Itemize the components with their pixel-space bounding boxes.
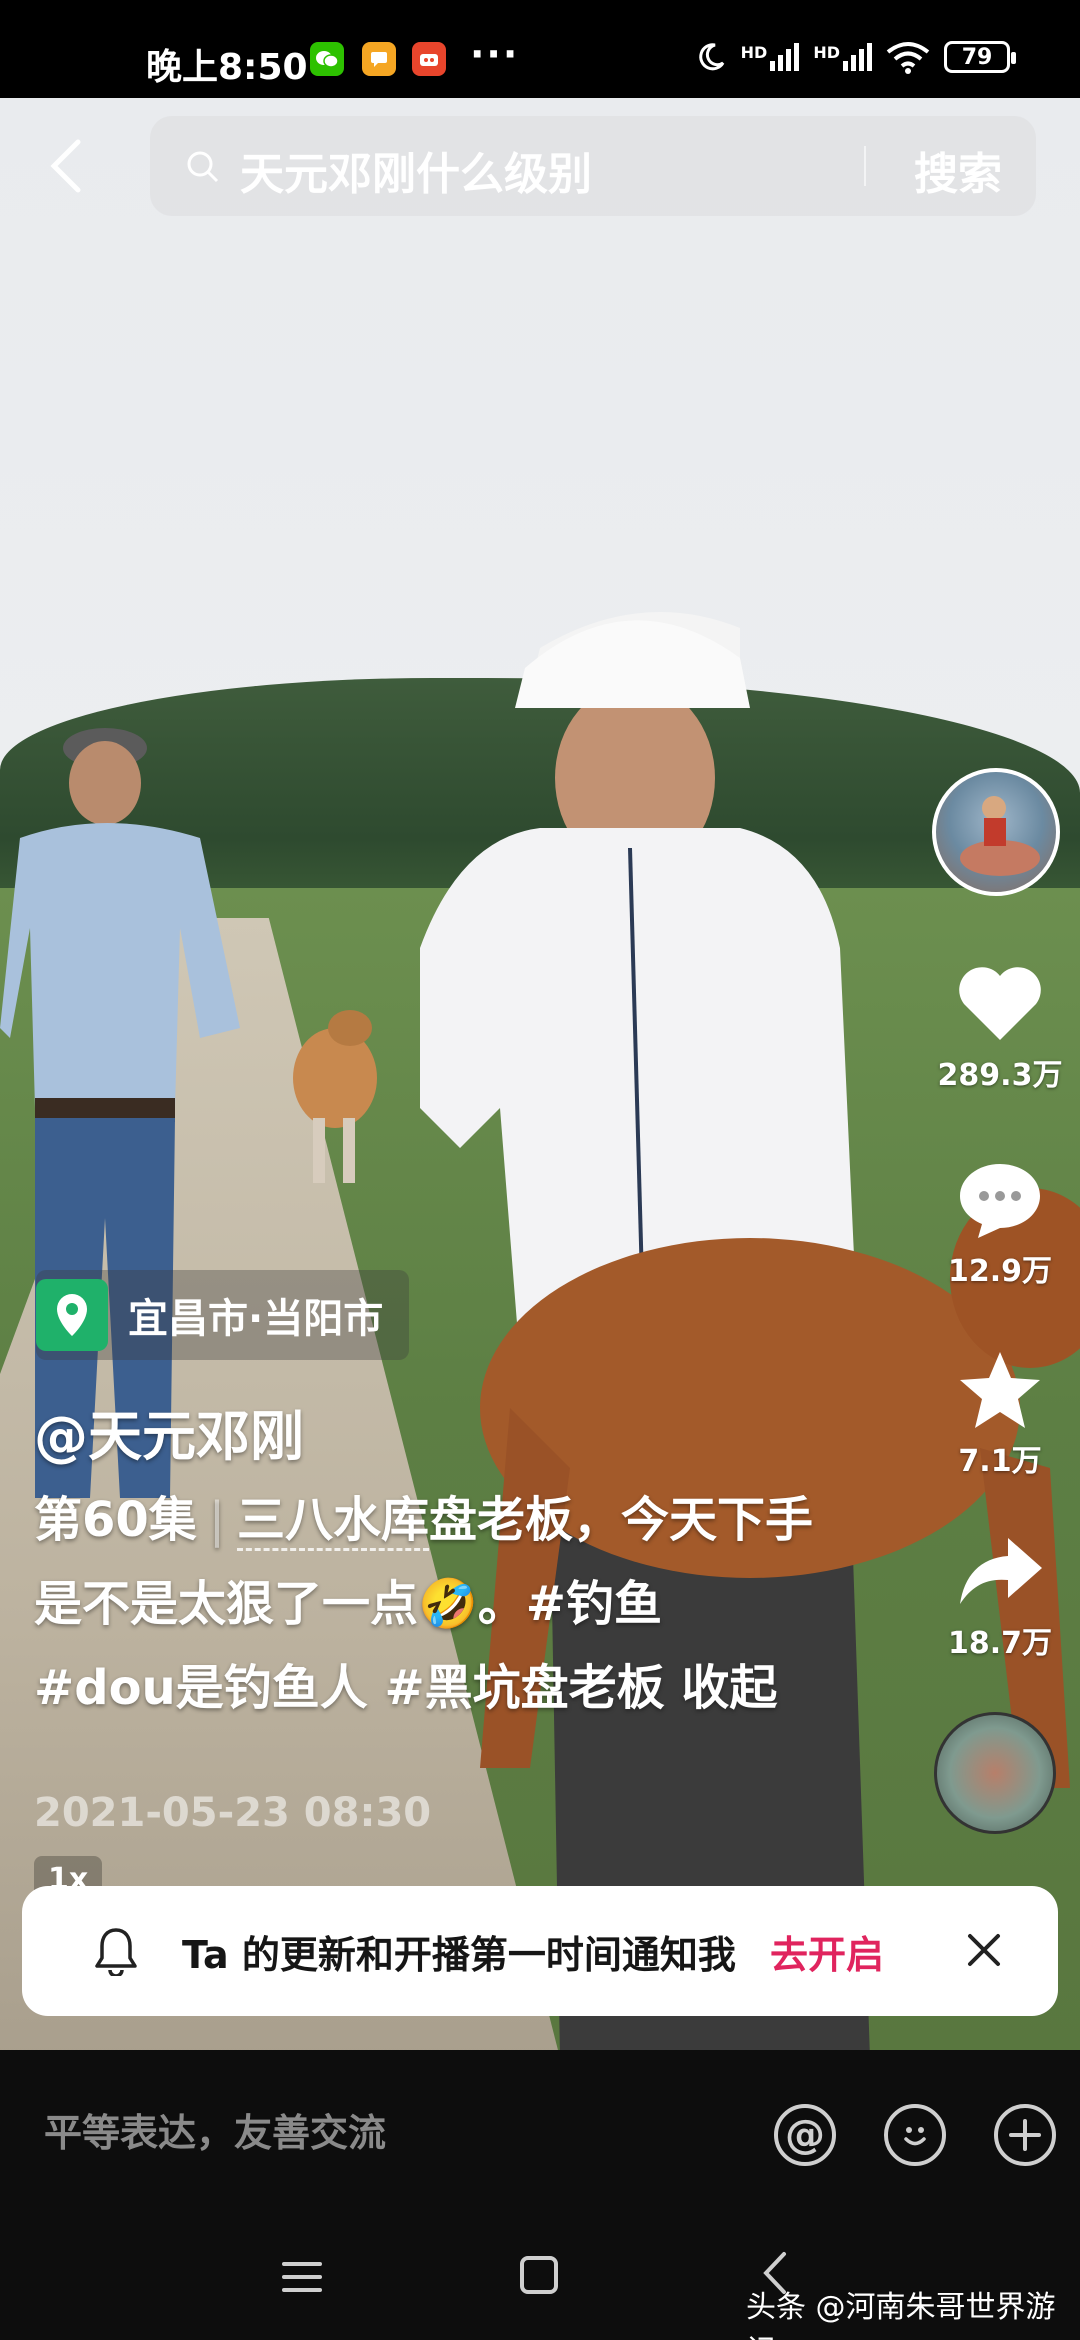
author-name[interactable]: @天元邓刚 [34, 1392, 304, 1471]
status-bar: 晚上8:50 ··· HD HD 79 [0, 0, 1080, 98]
chevron-left-icon [50, 139, 81, 193]
video-caption: 第60集 | 三八水库盘老板，今天下手是不是太狠了一点🤣。#钓鱼 #dou是钓鱼人 … [34, 1478, 814, 1730]
add-button[interactable] [994, 2104, 1056, 2166]
mention-button[interactable]: @ [774, 2104, 836, 2166]
back-button[interactable] [48, 138, 98, 198]
video-dog [293, 1010, 377, 1183]
notification-text: Ta 的更新和开播第一时间通知我 [182, 1933, 736, 1977]
location-text: 宜昌市·当阳市 [128, 1296, 384, 1342]
plus-icon [1009, 2119, 1041, 2151]
signal-2-label: HD [813, 43, 840, 62]
enable-notification-button[interactable]: 去开启 [770, 1924, 884, 1979]
dnd-moon-icon [698, 43, 724, 71]
search-divider [864, 146, 866, 186]
comment-button[interactable]: 12.9万 [920, 1160, 1080, 1290]
video-person-left [0, 728, 240, 1498]
collapse-button[interactable]: 收起 [681, 1660, 777, 1716]
search-query: 天元邓刚什么级别 [240, 149, 592, 200]
watermark: 头条 @河南朱哥世界游记 [746, 2290, 1056, 2340]
caption-separator: | [208, 1492, 225, 1548]
battery-level: 79 [961, 44, 993, 70]
wifi-icon [886, 42, 930, 74]
menu-icon[interactable] [282, 2260, 322, 2294]
favorite-count: 7.1万 [958, 1444, 1042, 1479]
home-button[interactable] [520, 2256, 558, 2294]
share-arrow-icon [960, 1538, 1042, 1604]
laugh-emoji: 🤣 [418, 1576, 478, 1632]
comment-icon [960, 1164, 1040, 1238]
star-icon [960, 1352, 1040, 1428]
favorite-button[interactable]: 7.1万 [920, 1350, 1080, 1480]
status-time: 晚上8:50 [146, 47, 308, 88]
video-player[interactable] [0, 98, 1080, 2050]
episode-label: 第60集 [34, 1492, 197, 1548]
status-right: HD HD 79 [695, 40, 1016, 74]
notification-card: Ta 的更新和开播第一时间通知我 去开启 [22, 1886, 1058, 2016]
comment-count: 12.9万 [947, 1254, 1053, 1289]
signal-1-label: HD [740, 43, 768, 62]
bell-icon [95, 1928, 137, 1976]
system-nav-bar: 头条 @河南朱哥世界游记 [0, 2190, 1080, 2340]
heart-icon [959, 967, 1041, 1040]
search-icon [187, 151, 219, 183]
share-button[interactable]: 18.7万 [920, 1532, 1080, 1662]
music-disc[interactable] [934, 1712, 1056, 1834]
like-count: 289.3万 [937, 1058, 1063, 1093]
emoji-button[interactable] [884, 2104, 946, 2166]
smiley-icon [904, 2127, 926, 2146]
comment-input[interactable]: 平等表达，友善交流 [44, 2102, 386, 2157]
battery-icon: 79 [944, 41, 1016, 73]
like-button[interactable]: 289.3万 [920, 964, 1080, 1094]
signal-2-icon: HD [813, 43, 872, 71]
publish-date: 2021-05-23 08:30 [34, 1790, 432, 1836]
signal-1-icon: HD [741, 43, 800, 71]
author-avatar[interactable] [932, 768, 1060, 896]
message-app-icon [362, 42, 396, 76]
top-bar: 天元邓刚什么级别 搜索 [0, 98, 1080, 238]
share-count: 18.7万 [947, 1626, 1053, 1661]
close-icon[interactable] [958, 1924, 1010, 1976]
location-tag[interactable]: 宜昌市·当阳市 [36, 1270, 410, 1360]
collection-link[interactable]: 三八水库 [236, 1492, 429, 1551]
news-app-icon [412, 42, 446, 76]
location-pin-icon [36, 1279, 108, 1351]
wechat-icon [310, 42, 344, 76]
more-notifications-icon: ··· [470, 32, 520, 76]
search-button[interactable]: 搜索 [914, 138, 1002, 202]
search-input[interactable]: 天元邓刚什么级别 搜索 [150, 116, 1036, 216]
